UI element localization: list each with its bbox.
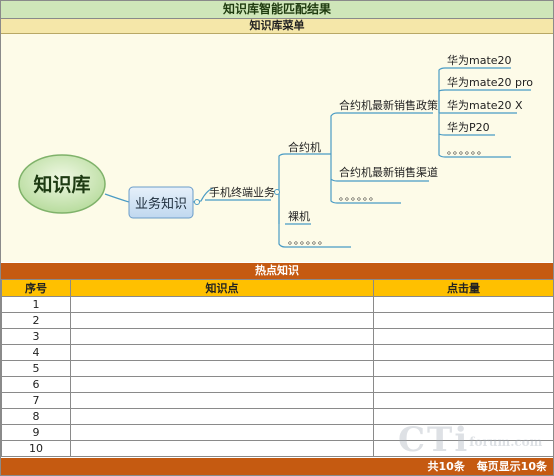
row-clicks-cell [373, 440, 554, 457]
row-point-cell [70, 328, 374, 345]
table-row[interactable]: 10 [1, 440, 554, 457]
table-row[interactable]: 3 [1, 328, 554, 345]
row-no-cell: 4 [1, 344, 71, 361]
row-no-cell: 5 [1, 360, 71, 377]
row-no-cell: 6 [1, 376, 71, 393]
contract-label[interactable]: 合约机 [288, 140, 321, 154]
channel-connector [330, 154, 338, 182]
row-no-cell: 8 [1, 408, 71, 425]
level2-label[interactable]: 手机终端业务 [209, 185, 275, 199]
row-clicks-cell [373, 312, 554, 329]
row-no-cell: 1 [1, 296, 71, 313]
l2-branch-dot [274, 189, 280, 195]
row-clicks-cell [373, 376, 554, 393]
row-clicks-cell [373, 408, 554, 425]
mate20x-label[interactable]: 华为mate20 X [447, 98, 523, 112]
row-no-cell: 9 [1, 424, 71, 441]
row-point-cell [70, 312, 374, 329]
mate20pro-label[interactable]: 华为mate20 pro [447, 75, 533, 89]
l1-branch-dot [194, 199, 200, 205]
pagination-footer: 共10条 每页显示10条 [1, 458, 553, 475]
col-header-clicks[interactable]: 点击量 [373, 279, 554, 297]
policy-connector [330, 112, 338, 154]
table-row[interactable]: 9 [1, 424, 554, 441]
row-clicks-cell [373, 424, 554, 441]
row-point-cell [70, 296, 374, 313]
table-row[interactable]: 7 [1, 392, 554, 409]
row-point-cell [70, 440, 374, 457]
row-point-cell [70, 392, 374, 409]
hot-knowledge-table: 序号 知识点 点击量 1 2 3 4 5 6 7 8 9 10 [1, 279, 554, 457]
p20-label[interactable]: 华为P20 [447, 120, 490, 134]
p20-connector [438, 113, 446, 136]
mate20-label[interactable]: 华为mate20 [447, 53, 512, 67]
row-clicks-cell [373, 328, 554, 345]
root-label: 知识库 [33, 173, 90, 196]
table-row[interactable]: 8 [1, 408, 554, 425]
l2-up-connector [278, 153, 286, 192]
row-point-cell [70, 376, 374, 393]
row-clicks-cell [373, 296, 554, 313]
row-point-cell [70, 344, 374, 361]
table-row[interactable]: 4 [1, 344, 554, 361]
policy-label[interactable]: 合约机最新销售政策 [339, 98, 438, 112]
row-point-cell [70, 408, 374, 425]
mate20pro-connector [438, 89, 446, 113]
channel-label[interactable]: 合约机最新销售渠道 [339, 165, 438, 179]
row-no-cell: 10 [1, 440, 71, 457]
table-row[interactable]: 6 [1, 376, 554, 393]
l4-ellipsis: 。。。。。。 [447, 146, 488, 157]
menu-section-title: 知识库菜单 [1, 19, 553, 34]
page-size-info[interactable]: 每页显示10条 [477, 460, 547, 473]
l4-ellipsis-connector [438, 134, 446, 158]
l2-ellipsis: 。。。。。。 [288, 236, 329, 247]
table-header-row: 序号 知识点 点击量 [1, 279, 554, 297]
row-clicks-cell [373, 360, 554, 377]
hot-section-title: 热点知识 [1, 263, 553, 279]
row-clicks-cell [373, 392, 554, 409]
total-count: 共10条 [427, 460, 465, 473]
table-row[interactable]: 2 [1, 312, 554, 329]
col-header-point[interactable]: 知识点 [70, 279, 374, 297]
row-point-cell [70, 424, 374, 441]
level1-label: 业务知识 [135, 196, 187, 212]
row-clicks-cell [373, 344, 554, 361]
table-row[interactable]: 5 [1, 360, 554, 377]
bare-label[interactable]: 裸机 [288, 209, 310, 223]
l3-ellipsis-connector [330, 179, 338, 204]
mindmap-canvas: 知识库 业务知识 手机终端业务 合约机 裸机 。。。。。。 合约机最新销售政策 … [18, 53, 533, 248]
table-row[interactable]: 1 [1, 296, 554, 313]
root-connector [104, 193, 130, 203]
row-point-cell [70, 360, 374, 377]
row-no-cell: 7 [1, 392, 71, 409]
knowledge-mindmap: 知识库 业务知识 手机终端业务 合约机 裸机 。。。。。。 合约机最新销售政策 … [1, 34, 553, 262]
row-no-cell: 2 [1, 312, 71, 329]
col-header-no[interactable]: 序号 [1, 279, 71, 297]
l3-ellipsis: 。。。。。。 [339, 192, 380, 203]
row-no-cell: 3 [1, 328, 71, 345]
l2-down-connector [278, 192, 286, 248]
page-title: 知识库智能匹配结果 [1, 1, 553, 19]
